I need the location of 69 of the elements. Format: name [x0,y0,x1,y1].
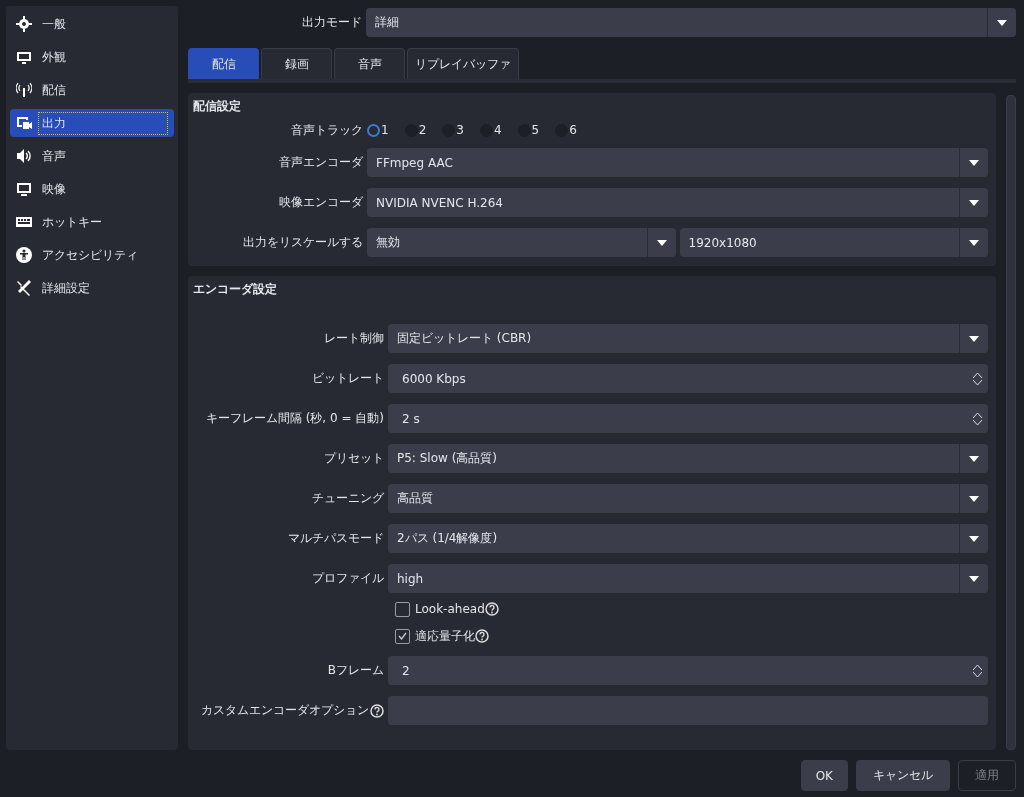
gear-icon [16,16,32,32]
checkbox[interactable] [395,601,410,617]
field-label: プロファイル [311,570,384,587]
tab[interactable]: 音声 [334,48,405,79]
sidebar-item[interactable]: 詳細設定 [10,274,174,302]
dropdown[interactable]: 詳細 [366,8,1016,37]
spin-box[interactable]: 2 [388,656,988,685]
caret-icon [969,495,979,502]
field-label: プリセット [323,450,384,467]
dropdown[interactable]: P5: Slow (高品質) [388,444,988,473]
dropdown[interactable]: 無効 [367,228,676,257]
checkbox-label: Look-ahead [415,602,485,616]
section-title: エンコーダ設定 [193,281,278,298]
dropdown[interactable]: FFmpeg AAC [367,148,988,177]
dialog-button[interactable]: キャンセル [856,760,950,791]
field-label: レート制御 [323,330,384,347]
dropdown[interactable]: 高品質 [388,484,988,513]
sidebar-item[interactable]: 配信 [10,76,174,104]
caret-icon [969,199,979,206]
tools-icon [16,280,32,296]
caret-icon [997,19,1007,26]
dropdown[interactable]: 固定ビットレート (CBR) [388,324,988,353]
sidebar-item[interactable]: ホットキー [10,208,174,236]
dialog-button[interactable]: OK [800,760,848,791]
caret-icon [969,239,979,246]
monitor-icon [16,181,32,197]
monitor-icon [16,49,32,65]
sidebar-item[interactable]: 出力 [10,109,174,137]
field-label: ビットレート [311,370,384,387]
dropdown[interactable]: high [388,564,988,593]
sidebar-item[interactable]: 外観 [10,43,174,71]
caret-icon [969,159,979,166]
dropdown[interactable]: NVIDIA NVENC H.264 [367,188,988,217]
tab[interactable]: 録画 [261,48,332,79]
section-title: 配信設定 [193,98,242,115]
sidebar-item[interactable]: 映像 [10,175,174,203]
sidebar-item[interactable]: 音声 [10,142,174,170]
field-label: マルチパスモード [287,530,384,547]
field-label: 出力モード [301,14,362,31]
field-label: 音声トラック [290,121,363,139]
caret-icon [969,535,979,542]
sidebar-item[interactable]: 一般 [10,10,174,38]
field-label: キーフレーム間隔 (秒, 0 = 自動) [204,410,384,427]
field-label: Bフレーム [326,662,384,679]
checkbox-label: 適応量子化 [415,627,475,645]
tab[interactable]: 配信 [188,48,259,79]
antenna-icon [16,82,32,98]
caret-icon [969,575,979,582]
field-label: 音声エンコーダ [278,154,363,171]
tab[interactable]: リプレイバッファ [407,48,519,79]
keyboard-icon [16,214,32,230]
dropdown[interactable]: 1920x1080 [679,228,988,257]
sidebar-item[interactable]: アクセシビリティ [10,241,174,269]
field-label: 出力をリスケールする [242,234,363,251]
spin-box[interactable]: 6000 Kbps [388,364,988,393]
accessibility-icon [16,247,32,263]
field-label: カスタムエンコーダオプション [201,702,369,719]
field-label: 映像エンコーダ [278,194,363,211]
speaker-icon [16,148,32,164]
spin-box[interactable]: 2 s [388,404,988,433]
camera-icon [16,115,32,131]
checkbox[interactable] [395,628,410,644]
caret-icon [656,239,667,246]
caret-icon [969,335,979,342]
field-label: チューニング [311,490,384,507]
scrollbar[interactable] [1006,95,1016,750]
checkmark-icon [398,632,407,640]
caret-icon [969,455,979,462]
dropdown[interactable]: 2パス (1/4解像度) [388,524,988,553]
